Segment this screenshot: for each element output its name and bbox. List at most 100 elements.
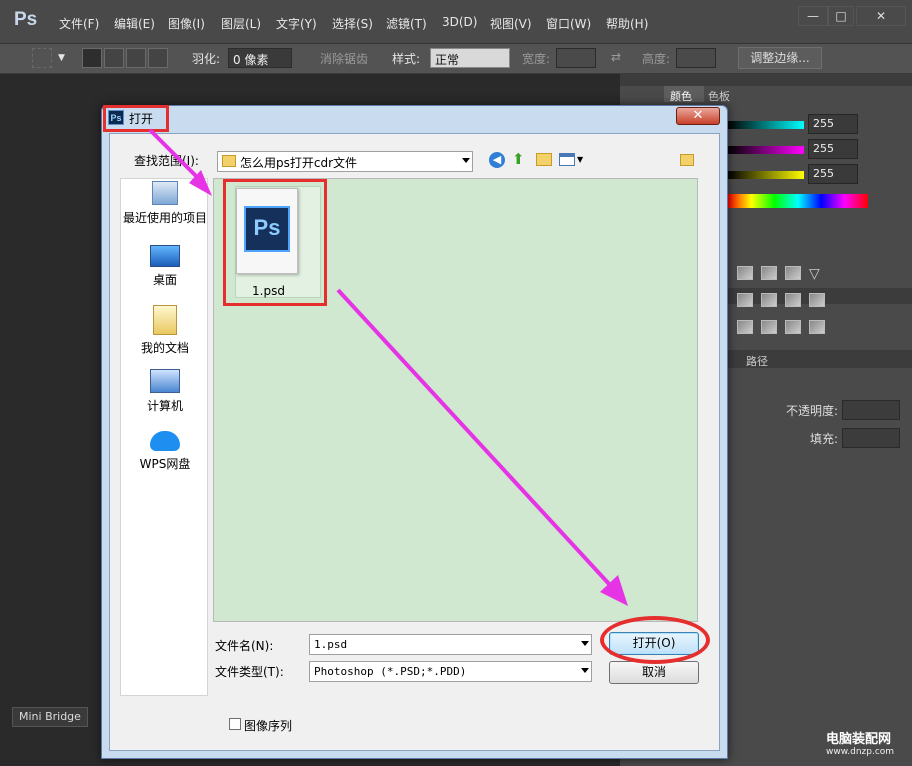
photo-filter-icon[interactable] — [785, 293, 801, 307]
levels-icon[interactable] — [737, 266, 753, 280]
new-folder-icon[interactable] — [536, 153, 552, 166]
desktop-folder-icon[interactable] — [680, 154, 694, 166]
back-icon[interactable]: ◀ — [489, 152, 505, 168]
filename-input[interactable]: 1.psd — [309, 634, 592, 655]
gradient-map-icon[interactable] — [809, 320, 825, 334]
look-in-value: 怎么用ps打开cdr文件 — [240, 156, 358, 170]
swap-icon[interactable]: ⇄ — [611, 50, 621, 64]
look-in-label: 查找范围(I): — [134, 154, 199, 168]
refine-edge-button[interactable]: 调整边缘... — [738, 47, 822, 69]
chevron-down-icon[interactable]: ▼ — [58, 53, 65, 63]
add-selection-icon[interactable] — [104, 48, 124, 68]
chevron-down-icon[interactable] — [581, 641, 589, 646]
fill-input[interactable] — [842, 428, 900, 448]
width-input[interactable] — [556, 48, 596, 68]
look-in-select[interactable]: 怎么用ps打开cdr文件 — [217, 151, 473, 172]
opacity-label: 不透明度: — [786, 404, 839, 418]
options-bar: ▼ 羽化: 0 像素 消除锯齿 样式: 正常 宽度: ⇄ 高度: 调整边缘... — [0, 44, 912, 107]
menu-type[interactable]: 文字(Y) — [276, 15, 317, 32]
menu-filter[interactable]: 滤镜(T) — [386, 15, 427, 32]
place-documents-label: 我的文档 — [140, 341, 189, 355]
yellow-slider[interactable] — [728, 171, 804, 179]
annotation-title-box — [103, 105, 169, 132]
menu-file[interactable]: 文件(F) — [59, 15, 99, 32]
height-input[interactable] — [676, 48, 716, 68]
image-sequence-checkbox[interactable] — [229, 718, 241, 730]
documents-icon — [153, 305, 177, 335]
cancel-button[interactable]: 取消 — [609, 661, 699, 684]
place-computer[interactable]: 计算机 — [121, 369, 209, 414]
menu-window[interactable]: 窗口(W) — [546, 15, 591, 32]
style-label: 样式: — [392, 52, 421, 66]
style-select[interactable]: 正常 — [430, 48, 510, 68]
up-folder-icon[interactable]: ⬆ — [512, 151, 525, 167]
annotation-file-box — [223, 179, 327, 306]
exposure-icon[interactable] — [785, 266, 801, 280]
mini-bridge-tab[interactable]: Mini Bridge — [12, 707, 88, 727]
folder-icon — [222, 155, 236, 167]
cloud-icon — [150, 431, 180, 451]
watermark-url: www.dnzp.com — [826, 747, 895, 757]
dialog-close-button[interactable]: ✕ — [676, 107, 720, 125]
threshold-icon[interactable] — [785, 320, 801, 334]
antialias-label: 消除锯齿 — [320, 52, 369, 66]
posterize-icon[interactable] — [761, 320, 777, 334]
minimize-button[interactable]: — — [798, 6, 828, 26]
tab-swatches[interactable]: 色板 — [708, 88, 730, 104]
opacity-input[interactable] — [842, 400, 900, 420]
channel-mixer-icon[interactable] — [809, 293, 825, 307]
new-selection-icon[interactable] — [82, 48, 102, 68]
menu-layer[interactable]: 图层(L) — [221, 15, 261, 32]
menubar: Ps 文件(F) 编辑(E) 图像(I) 图层(L) 文字(Y) 选择(S) 滤… — [0, 0, 912, 44]
fill-label: 填充: — [810, 432, 839, 446]
panel-collapse-bar[interactable] — [620, 74, 912, 86]
feather-label: 羽化: — [192, 52, 221, 66]
gradient-triangle-icon[interactable]: ▽ — [809, 266, 825, 282]
desktop-icon — [150, 245, 180, 267]
maximize-button[interactable]: □ — [828, 6, 854, 26]
curves-icon[interactable] — [761, 266, 777, 280]
menu-help[interactable]: 帮助(H) — [606, 15, 648, 32]
intersect-selection-icon[interactable] — [148, 48, 168, 68]
place-recent-label: 最近使用的项目 — [122, 211, 207, 225]
place-recent[interactable]: 最近使用的项目 — [121, 181, 209, 226]
places-bar: 最近使用的项目 桌面 我的文档 计算机 WPS网盘 — [120, 178, 208, 696]
channel-value-2[interactable]: 255 — [808, 139, 858, 159]
invert-icon[interactable] — [737, 320, 753, 334]
balance-icon[interactable] — [737, 293, 753, 307]
filetype-select[interactable]: Photoshop (*.PSD;*.PDD) — [309, 661, 592, 682]
place-desktop[interactable]: 桌面 — [121, 245, 209, 288]
blackwhite-icon[interactable] — [761, 293, 777, 307]
menu-3d[interactable]: 3D(D) — [442, 15, 477, 29]
channel-value-1[interactable]: 255 — [808, 114, 858, 134]
place-documents[interactable]: 我的文档 — [121, 305, 209, 356]
channel-value-3[interactable]: 255 — [808, 164, 858, 184]
chevron-down-icon[interactable]: ▼ — [577, 155, 583, 164]
filetype-label: 文件类型(T): — [215, 665, 284, 679]
magenta-slider[interactable] — [728, 146, 804, 154]
subtract-selection-icon[interactable] — [126, 48, 146, 68]
cyan-slider[interactable] — [728, 121, 804, 129]
tab-color[interactable]: 颜色 — [664, 86, 704, 103]
place-wps-cloud[interactable]: WPS网盘 — [121, 431, 209, 472]
marquee-tool-icon[interactable] — [32, 48, 52, 68]
place-wps-label: WPS网盘 — [139, 457, 191, 471]
color-spectrum-bar[interactable] — [728, 194, 868, 208]
close-app-button[interactable]: ✕ — [856, 6, 906, 26]
place-computer-label: 计算机 — [146, 399, 183, 413]
menu-edit[interactable]: 编辑(E) — [114, 15, 155, 32]
menu-select[interactable]: 选择(S) — [332, 15, 373, 32]
place-desktop-label: 桌面 — [152, 273, 177, 287]
menu-image[interactable]: 图像(I) — [168, 15, 205, 32]
width-label: 宽度: — [522, 52, 551, 66]
feather-input[interactable]: 0 像素 — [228, 48, 292, 68]
chevron-down-icon[interactable] — [581, 668, 589, 673]
height-label: 高度: — [642, 52, 671, 66]
tab-paths[interactable]: 路径 — [746, 353, 768, 369]
filename-label: 文件名(N): — [215, 639, 274, 653]
view-menu-icon[interactable] — [559, 153, 575, 166]
computer-icon — [150, 369, 180, 393]
chevron-down-icon[interactable] — [462, 158, 470, 163]
menu-view[interactable]: 视图(V) — [490, 15, 532, 32]
filename-value: 1.psd — [314, 638, 348, 651]
